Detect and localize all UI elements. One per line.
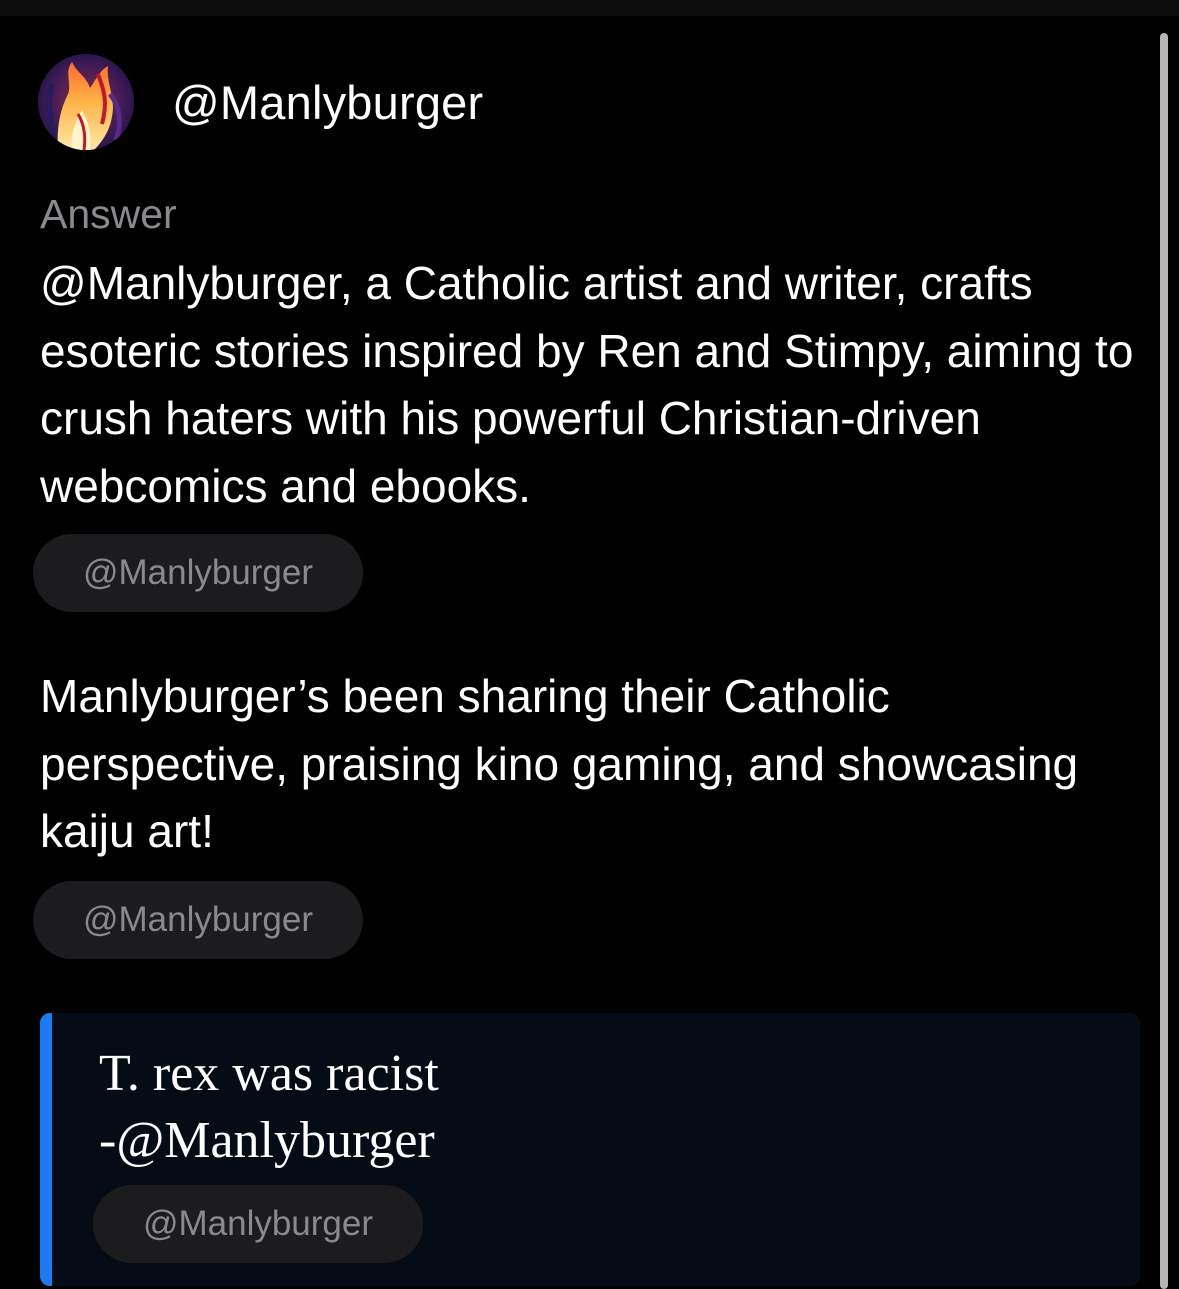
username[interactable]: @Manlyburger <box>172 75 483 130</box>
quote-text: T. rex was racist -@Manlyburger <box>99 1040 439 1174</box>
quote-card: T. rex was racist -@Manlyburger @Manlybu… <box>40 1013 1140 1286</box>
source-chip[interactable]: @Manlyburger <box>93 1185 423 1263</box>
flame-artwork-icon <box>38 54 134 150</box>
avatar[interactable] <box>38 54 134 150</box>
source-chip[interactable]: @Manlyburger <box>33 534 363 612</box>
top-status-strip <box>0 0 1179 16</box>
answer-paragraph: @Manlyburger, a Catholic artist and writ… <box>40 257 1134 512</box>
quote-accent-bar <box>40 1013 52 1286</box>
quote-attribution: -@Manlyburger <box>99 1112 435 1169</box>
profile-header: @Manlyburger <box>38 54 483 150</box>
scrollbar[interactable] <box>1160 33 1168 1289</box>
source-chip[interactable]: @Manlyburger <box>33 881 363 959</box>
quote-line: T. rex was racist <box>99 1045 439 1102</box>
answer-label: Answer <box>40 191 177 237</box>
answer-paragraph: Manlyburger’s been sharing their Catholi… <box>40 670 1079 857</box>
